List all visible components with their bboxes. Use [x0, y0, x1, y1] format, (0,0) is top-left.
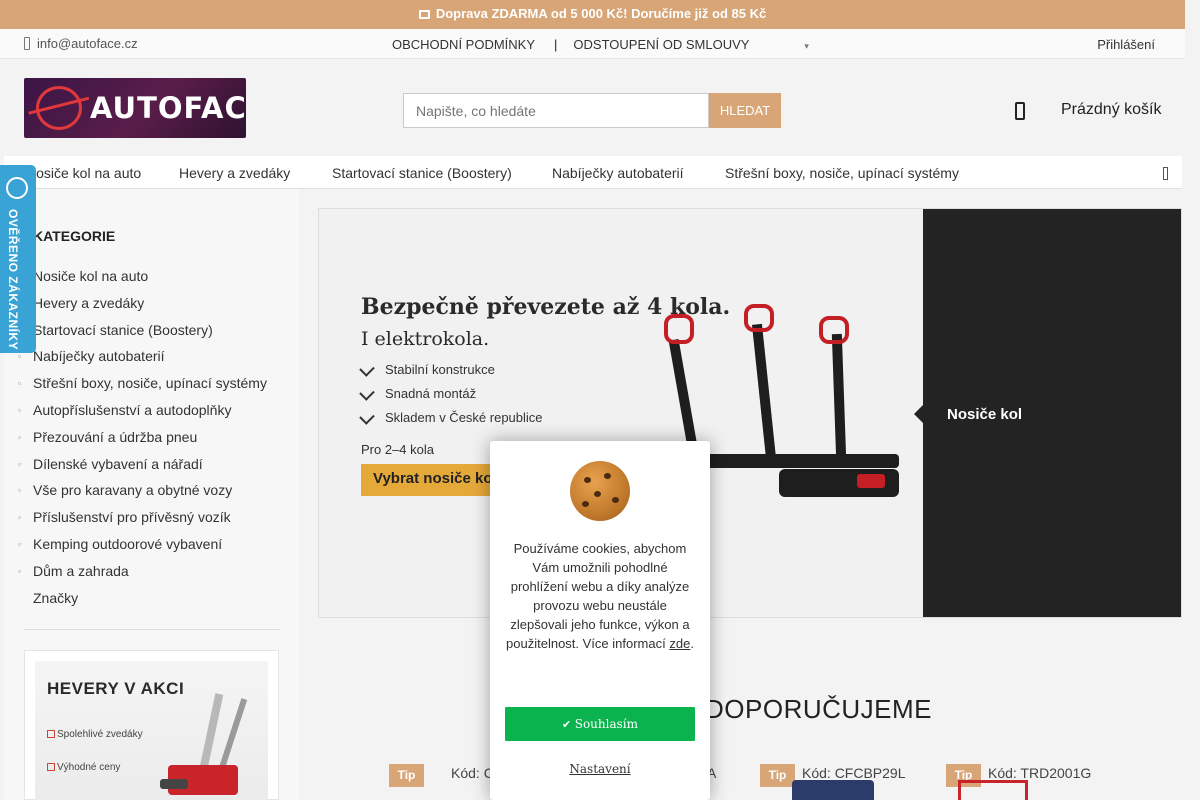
- category-list: Nosiče kol na auto Hevery a zvedáky Star…: [18, 266, 267, 614]
- phone-icon: [24, 37, 30, 50]
- nav-item-boosters[interactable]: Startovací stanice (Boostery): [332, 165, 512, 181]
- separator: |: [554, 37, 558, 52]
- nav-item-chargers[interactable]: Nabíječky autobaterií: [552, 165, 684, 181]
- hero-bullet: Skladem v České republice: [385, 410, 543, 425]
- chevron-down-icon[interactable]: ▾: [804, 41, 809, 51]
- cookie-consent-dialog: Používáme cookies, abychom Vám umožnili …: [490, 441, 710, 800]
- cookie-message: Používáme cookies, abychom Vám umožnili …: [506, 541, 694, 651]
- withdrawal-link[interactable]: ODSTOUPENÍ OD SMLOUVY: [573, 37, 749, 52]
- logo-mark: [36, 86, 82, 130]
- product-thumbnail[interactable]: [792, 780, 874, 800]
- free-shipping-text: Doprava ZDARMA od 5 000 Kč! Doručíme již…: [435, 6, 767, 21]
- category-item[interactable]: Vše pro karavany a obytné vozy: [18, 480, 267, 507]
- menu-icon[interactable]: [1163, 167, 1168, 180]
- nav-item-bike-carriers[interactable]: Nosiče kol na auto: [26, 165, 141, 181]
- terms-link[interactable]: OBCHODNÍ PODMÍNKY: [392, 37, 535, 52]
- cookie-icon: [570, 461, 630, 521]
- accept-cookies-button[interactable]: Souhlasím: [505, 707, 695, 741]
- login-link[interactable]: Přihlášení: [1097, 37, 1155, 52]
- category-item[interactable]: Kemping outdoorové vybavení: [18, 534, 267, 561]
- verified-reviews-badge[interactable]: OVĚŘENO ZÁKAZNÍKY: [0, 165, 36, 353]
- hero-capacity: Pro 2–4 kola: [361, 442, 434, 457]
- hero-tab-label: Nosiče kol: [947, 406, 1023, 423]
- category-title: KATEGORIE: [33, 228, 116, 244]
- main-navigation: Nosiče kol na auto Hevery a zvedáky Star…: [4, 156, 1182, 189]
- logo-text: AUTOFACE: [90, 91, 246, 125]
- category-item[interactable]: Přezouvání a údržba pneu: [18, 427, 267, 454]
- check-icon: [359, 361, 375, 377]
- cookie-info-link[interactable]: zde: [669, 636, 690, 651]
- email-link[interactable]: info@autoface.cz: [24, 36, 138, 51]
- utility-bar: info@autoface.cz OBCHODNÍ PODMÍNKY | ODSTO…: [0, 29, 1185, 59]
- hero-bullet: Snadná montáž: [385, 386, 477, 401]
- search-button[interactable]: HLEDAT: [709, 93, 781, 128]
- jack-illustration: [160, 693, 260, 800]
- hero-banner[interactable]: Bezpečně převezete až 4 kola. I elektrok…: [318, 208, 1182, 618]
- category-item[interactable]: Nabíječky autobaterií: [18, 346, 267, 373]
- info-links: OBCHODNÍ PODMÍNKY | ODSTOUPENÍ OD SMLOUVY ▾: [392, 37, 809, 52]
- product-thumbnail[interactable]: [958, 780, 1028, 800]
- sidebar-divider: [24, 629, 280, 630]
- search-input[interactable]: [403, 93, 709, 128]
- jacks-promo-banner[interactable]: HEVERY V AKCI Spolehlivé zvedáky Výhodné…: [24, 650, 279, 800]
- free-shipping-banner: Doprava ZDARMA od 5 000 Kč! Doručíme již…: [0, 0, 1185, 29]
- product-code: Kód: TRD2001G: [988, 765, 1092, 781]
- category-item[interactable]: Střešní boxy, nosiče, upínací systémy: [18, 373, 267, 400]
- hero-tab-bike-carriers[interactable]: Nosiče kol: [914, 209, 1181, 617]
- check-icon: [47, 730, 55, 738]
- tip-badge: Tip: [389, 764, 424, 787]
- check-icon: [359, 385, 375, 401]
- promo-line: Výhodné ceny: [57, 762, 121, 773]
- tip-badge: Tip: [760, 764, 795, 787]
- cart-icon[interactable]: [1015, 102, 1025, 120]
- category-item[interactable]: Dílenské vybavení a nářadí: [18, 454, 267, 481]
- check-icon: [47, 763, 55, 771]
- category-item[interactable]: Autopříslušenství a autodoplňky: [18, 400, 267, 427]
- site-header: AUTOFACE HLEDAT Prázdný košík: [0, 59, 1185, 156]
- recommended-heading: DOPORUČUJEME: [705, 694, 933, 724]
- hero-subheadline: I elektrokola.: [361, 328, 490, 350]
- promo-line: Spolehlivé zvedáky: [57, 729, 143, 740]
- cart-link[interactable]: Prázdný košík: [1061, 101, 1161, 119]
- email-text: info@autoface.cz: [37, 36, 138, 51]
- verified-text: OVĚŘENO ZÁKAZNÍKY: [6, 209, 20, 351]
- hero-bullet: Stabilní konstrukce: [385, 362, 495, 377]
- promo-image: HEVERY V AKCI Spolehlivé zvedáky Výhodné…: [35, 661, 268, 800]
- truck-icon: [418, 10, 430, 19]
- verified-seal-icon: [6, 177, 28, 199]
- cookie-message-text: Používáme cookies, abychom Vám umožnili …: [506, 541, 690, 651]
- site-logo[interactable]: AUTOFACE: [24, 78, 246, 138]
- category-item[interactable]: Nosiče kol na auto: [18, 266, 267, 293]
- category-item[interactable]: Startovací stanice (Boostery): [18, 320, 267, 347]
- category-item[interactable]: Dům a zahrada: [18, 561, 267, 588]
- category-item[interactable]: Příslušenství pro přívěsný vozík: [18, 507, 267, 534]
- nav-item-jacks[interactable]: Hevery a zvedáky: [179, 165, 290, 181]
- product-code: Kód: CFCBP29L: [802, 765, 906, 781]
- nav-item-roof-boxes[interactable]: Střešní boxy, nosiče, upínací systémy: [725, 165, 959, 181]
- cookie-settings-link[interactable]: Nastavení: [490, 762, 710, 776]
- check-icon: [359, 409, 375, 425]
- category-item-brands[interactable]: Značky: [18, 588, 267, 615]
- category-item[interactable]: Hevery a zvedáky: [18, 293, 267, 320]
